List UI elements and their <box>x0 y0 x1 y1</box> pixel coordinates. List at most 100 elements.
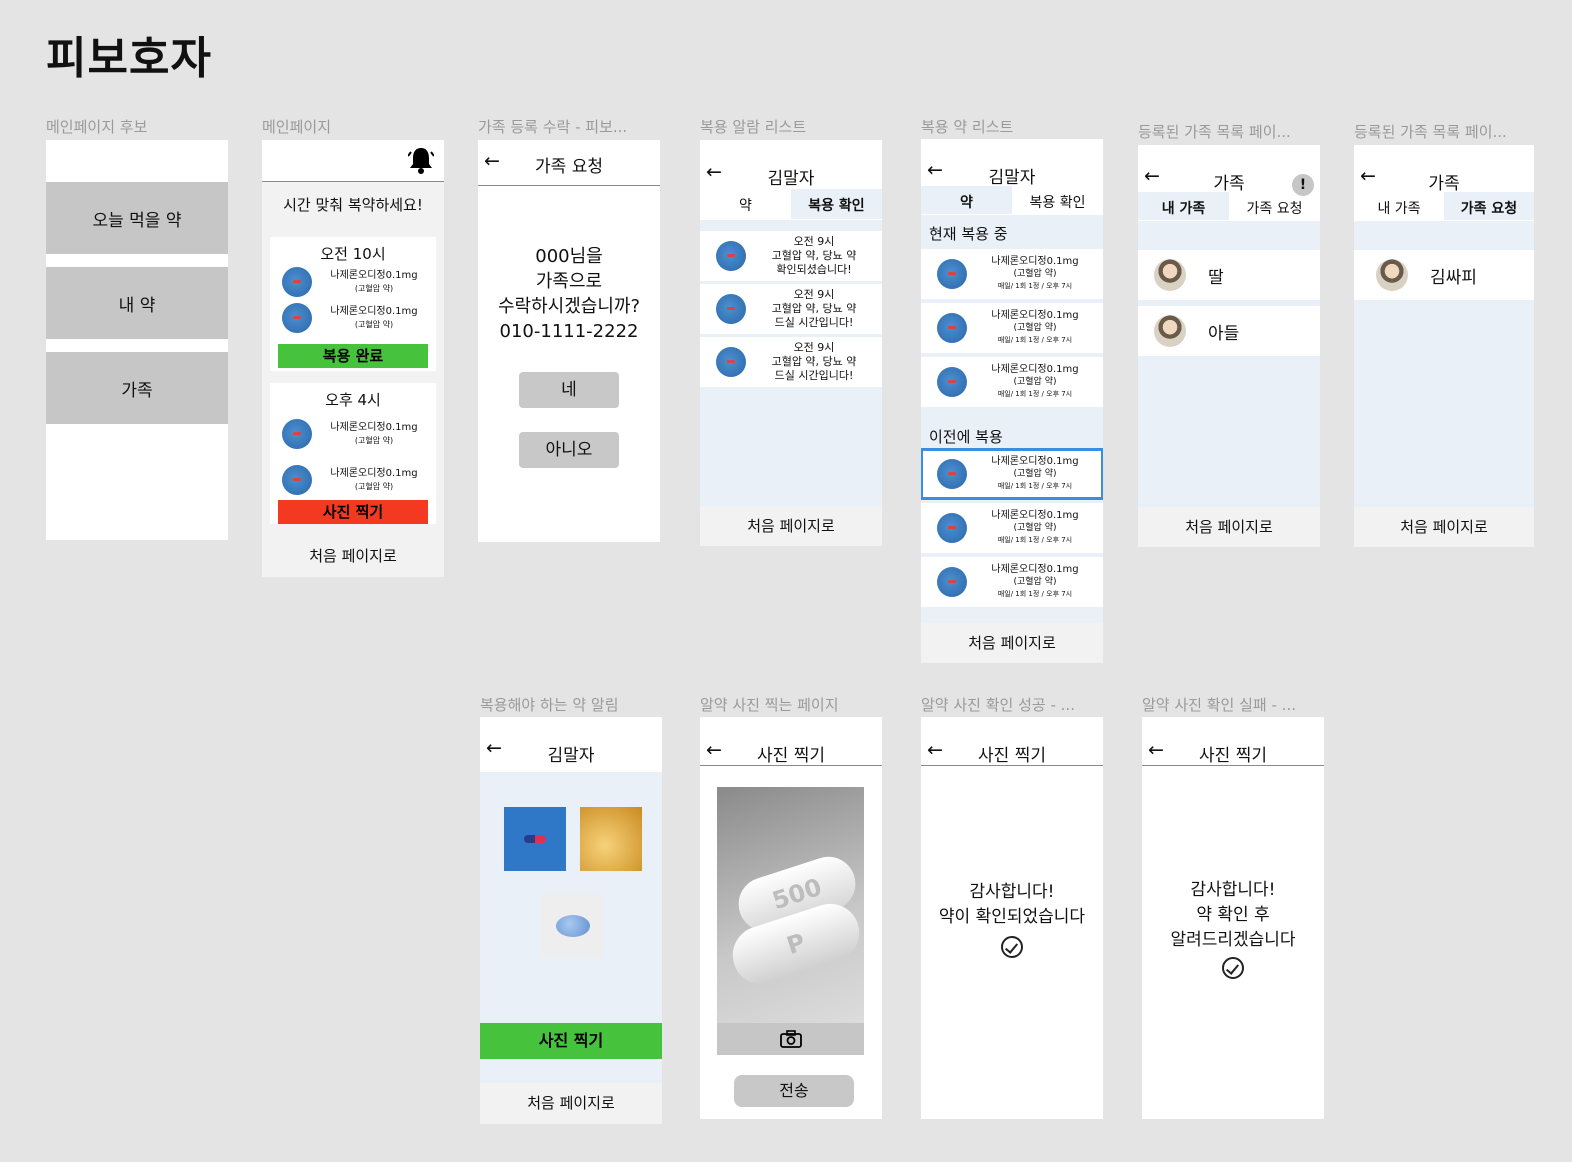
home-link[interactable]: 처음 페이지로 <box>480 1083 662 1124</box>
my-meds-button[interactable]: 내 약 <box>46 267 228 339</box>
pill-icon <box>937 313 967 343</box>
frame-family-list-1: ← 가족 ! 내 가족 가족 요청 딸 아들 처음 페이지로 <box>1138 145 1320 547</box>
med-item: 나제론오디정0.1mg (고혈압 약) <box>270 465 436 495</box>
tab-dose-check[interactable]: 복용 확인 <box>1012 186 1103 214</box>
tab-meds[interactable]: 약 <box>700 189 791 219</box>
header: ← 사진 찍기 <box>1142 717 1324 766</box>
pill-icon <box>716 347 746 377</box>
home-link[interactable]: 처음 페이지로 <box>921 623 1103 663</box>
bell-icon[interactable] <box>408 146 434 174</box>
member-name: 아들 <box>1208 323 1240 344</box>
section-current: 현재 복용 중 <box>929 225 1008 243</box>
tab-family-requests[interactable]: 가족 요청 <box>1444 192 1534 220</box>
frame-success: ← 사진 찍기 감사합니다! 약이 확인되었습니다 <box>921 717 1103 1119</box>
med-sub: (고혈압 약) <box>1013 323 1057 333</box>
med-sub: (고혈압 약) <box>354 482 394 491</box>
msg-line: 감사합니다! <box>1190 880 1276 900</box>
dose-complete-button[interactable]: 복용 완료 <box>278 344 428 368</box>
tab-bar: 약 복용 확인 <box>921 186 1103 214</box>
header: ← 사진 찍기 <box>921 717 1103 766</box>
med-list-item[interactable]: 나제론오디정0.1mg (고혈압 약) 매일/ 1회 1정 / 오후 7시 <box>921 503 1103 553</box>
med-list-item[interactable]: 나제론오디정0.1mg (고혈압 약) 매일/ 1회 1정 / 오후 7시 <box>921 249 1103 299</box>
frame-label-med-list: 복용 약 리스트 <box>921 118 1014 136</box>
header-title: 가족 요청 <box>535 157 603 177</box>
pill-icon <box>937 259 967 289</box>
med-item: 나제론오디정0.1mg (고혈압 약) <box>270 419 436 449</box>
main-banner: 시간 맞춰 복약하세요! <box>283 196 423 214</box>
med-list-item[interactable]: 나제론오디정0.1mg (고혈압 약) 매일/ 1회 1정 / 오후 7시 <box>921 448 1103 500</box>
pill-icon <box>937 367 967 397</box>
med-sub: (고혈압 약) <box>354 320 394 329</box>
header-title: 사진 찍기 <box>978 746 1046 766</box>
med-name: 나제론오디정0.1mg <box>330 422 418 433</box>
family-member[interactable]: 김싸피 <box>1354 250 1534 300</box>
pill-photo-softgel <box>580 807 642 871</box>
send-button[interactable]: 전송 <box>734 1075 854 1107</box>
frame-main: 시간 맞춰 복약하세요! 오전 10시 나제론오디정0.1mg (고혈압 약) 나… <box>262 140 444 577</box>
frame-label-main: 메인페이지 <box>262 118 332 136</box>
main-header <box>262 140 444 182</box>
alarm-item[interactable]: 오전 9시 고혈압 약, 당뇨 약 드실 시간입니다! <box>700 337 882 387</box>
alarm-item[interactable]: 오전 9시 고혈압 약, 당뇨 약 확인되셨습니다! <box>700 231 882 281</box>
med-item: 나제론오디정0.1mg (고혈압 약) <box>270 303 436 333</box>
pill-icon <box>937 459 967 489</box>
tab-my-family[interactable]: 내 가족 <box>1354 192 1444 220</box>
med-name: 나제론오디정0.1mg <box>330 468 418 479</box>
tab-bar: 내 가족 가족 요청 <box>1354 192 1534 220</box>
check-circle-icon <box>1001 936 1023 958</box>
shutter-bar[interactable] <box>717 1023 864 1055</box>
home-link[interactable]: 처음 페이지로 <box>700 506 882 546</box>
take-photo-button[interactable]: 사진 찍기 <box>278 500 428 524</box>
home-link[interactable]: 처음 페이지로 <box>262 536 444 577</box>
take-photo-button[interactable]: 사진 찍기 <box>480 1023 662 1059</box>
header: ← 가족 요청 <box>478 140 660 186</box>
no-button[interactable]: 아니오 <box>519 432 619 468</box>
med-list-item[interactable]: 나제론오디정0.1mg (고혈압 약) 매일/ 1회 1정 / 오후 7시 <box>921 357 1103 407</box>
header-title: 사진 찍기 <box>757 746 825 766</box>
frame-label-family-list-2: 등록된 가족 목록 페이... <box>1354 123 1507 141</box>
frame-family-accept: ← 가족 요청 000님을 가족으로 수락하시겠습니까? 010-1111-22… <box>478 140 660 542</box>
accept-message: 000님을 가족으로 수락하시겠습니까? 010-1111-2222 <box>478 244 660 344</box>
phone-number: 010-1111-2222 <box>499 321 639 342</box>
family-member[interactable]: 딸 <box>1138 250 1320 300</box>
med-schedule: 매일/ 1회 1정 / 오후 7시 <box>997 390 1073 398</box>
avatar <box>1376 259 1408 291</box>
med-sub: (고혈압 약) <box>354 284 394 293</box>
yes-button[interactable]: 네 <box>519 372 619 408</box>
family-member[interactable]: 아들 <box>1138 306 1320 356</box>
tab-my-family[interactable]: 내 가족 <box>1138 192 1229 220</box>
frame-label-candidate: 메인페이지 후보 <box>46 118 148 136</box>
alarm-status: 드실 시간입니다! <box>774 369 854 382</box>
home-link[interactable]: 처음 페이지로 <box>1138 507 1320 547</box>
tab-family-requests[interactable]: 가족 요청 <box>1229 192 1320 220</box>
avatar <box>1154 315 1186 347</box>
msg-line: 약 확인 후 <box>1196 905 1270 925</box>
med-list-item[interactable]: 나제론오디정0.1mg (고혈압 약) 매일/ 1회 1정 / 오후 7시 <box>921 557 1103 607</box>
camera-icon[interactable] <box>779 1030 802 1048</box>
avatar <box>1154 259 1186 291</box>
family-button[interactable]: 가족 <box>46 352 228 424</box>
header: ← 사진 찍기 <box>700 717 882 766</box>
check-circle-icon <box>1222 957 1244 979</box>
frame-label-family-accept: 가족 등록 수락 - 피보... <box>478 118 628 136</box>
alarm-item[interactable]: 오전 9시 고혈압 약, 당뇨 약 드실 시간입니다! <box>700 284 882 334</box>
med-list-item[interactable]: 나제론오디정0.1mg (고혈압 약) 매일/ 1회 1정 / 오후 7시 <box>921 303 1103 353</box>
pill-icon <box>282 303 312 333</box>
fail-message: 감사합니다! 약 확인 후 알려드리겠습니다 <box>1142 878 1324 987</box>
med-sub: (고혈압 약) <box>354 436 394 445</box>
slot-time: 오후 4시 <box>325 391 381 409</box>
camera-preview[interactable]: 500 P <box>717 787 864 1023</box>
med-name: 나제론오디정0.1mg <box>330 270 418 281</box>
tab-meds[interactable]: 약 <box>921 186 1012 214</box>
med-schedule: 매일/ 1회 1정 / 오후 7시 <box>997 336 1073 344</box>
med-sub: (고혈압 약) <box>1013 377 1057 387</box>
section-previous: 이전에 복용 <box>929 428 1003 446</box>
med-name: 나제론오디정0.1mg <box>991 456 1079 467</box>
header: ← 김말자 <box>480 717 662 772</box>
pill-icon <box>282 465 312 495</box>
pill-icon <box>937 513 967 543</box>
today-meds-button[interactable]: 오늘 먹을 약 <box>46 182 228 254</box>
tab-dose-check[interactable]: 복용 확인 <box>791 189 882 219</box>
frame-label-alarm-list: 복용 알람 리스트 <box>700 118 807 136</box>
home-link[interactable]: 처음 페이지로 <box>1354 507 1534 547</box>
